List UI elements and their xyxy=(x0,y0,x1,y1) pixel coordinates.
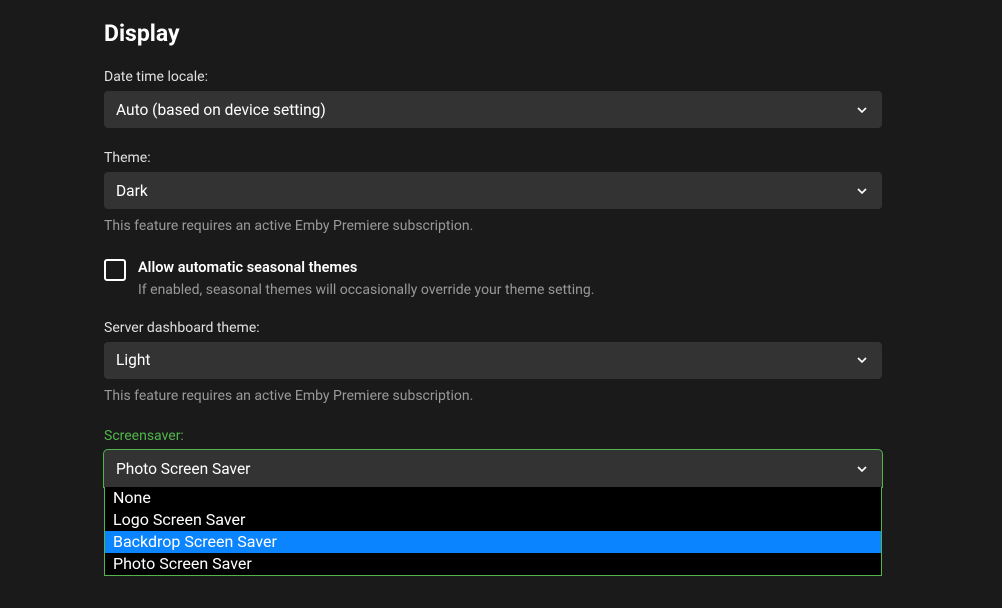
seasonal-themes-checkbox[interactable] xyxy=(104,259,126,281)
theme-help: This feature requires an active Emby Pre… xyxy=(104,217,882,237)
dashboard-theme-label: Server dashboard theme: xyxy=(104,320,882,336)
datetime-locale-field: Date time locale: Auto (based on device … xyxy=(104,69,882,128)
dashboard-theme-field: Server dashboard theme: Light This featu… xyxy=(104,320,882,407)
datetime-locale-select[interactable]: Auto (based on device setting) xyxy=(104,91,882,128)
theme-value: Dark xyxy=(116,182,148,200)
page-title: Display xyxy=(104,20,882,47)
seasonal-themes-help: If enabled, seasonal themes will occasio… xyxy=(138,282,594,298)
seasonal-themes-label: Allow automatic seasonal themes xyxy=(138,259,594,276)
screensaver-select[interactable]: Photo Screen Saver xyxy=(104,450,882,487)
screensaver-option[interactable]: Backdrop Screen Saver xyxy=(105,531,881,553)
screensaver-dropdown: NoneLogo Screen SaverBackdrop Screen Sav… xyxy=(104,487,882,576)
datetime-locale-label: Date time locale: xyxy=(104,69,882,85)
dashboard-theme-value: Light xyxy=(116,351,150,369)
seasonal-themes-row: Allow automatic seasonal themes If enabl… xyxy=(104,259,882,298)
screensaver-option[interactable]: None xyxy=(105,487,881,509)
theme-field: Theme: Dark This feature requires an act… xyxy=(104,150,882,237)
theme-select[interactable]: Dark xyxy=(104,172,882,209)
screensaver-label: Screensaver: xyxy=(104,428,882,444)
theme-label: Theme: xyxy=(104,150,882,166)
screensaver-option[interactable]: Photo Screen Saver xyxy=(105,553,881,575)
datetime-locale-value: Auto (based on device setting) xyxy=(116,101,326,119)
dashboard-theme-help: This feature requires an active Emby Pre… xyxy=(104,387,882,407)
screensaver-option[interactable]: Logo Screen Saver xyxy=(105,509,881,531)
dashboard-theme-select[interactable]: Light xyxy=(104,342,882,379)
screensaver-field: Screensaver: Photo Screen Saver NoneLogo… xyxy=(104,428,882,487)
screensaver-value: Photo Screen Saver xyxy=(116,460,250,478)
